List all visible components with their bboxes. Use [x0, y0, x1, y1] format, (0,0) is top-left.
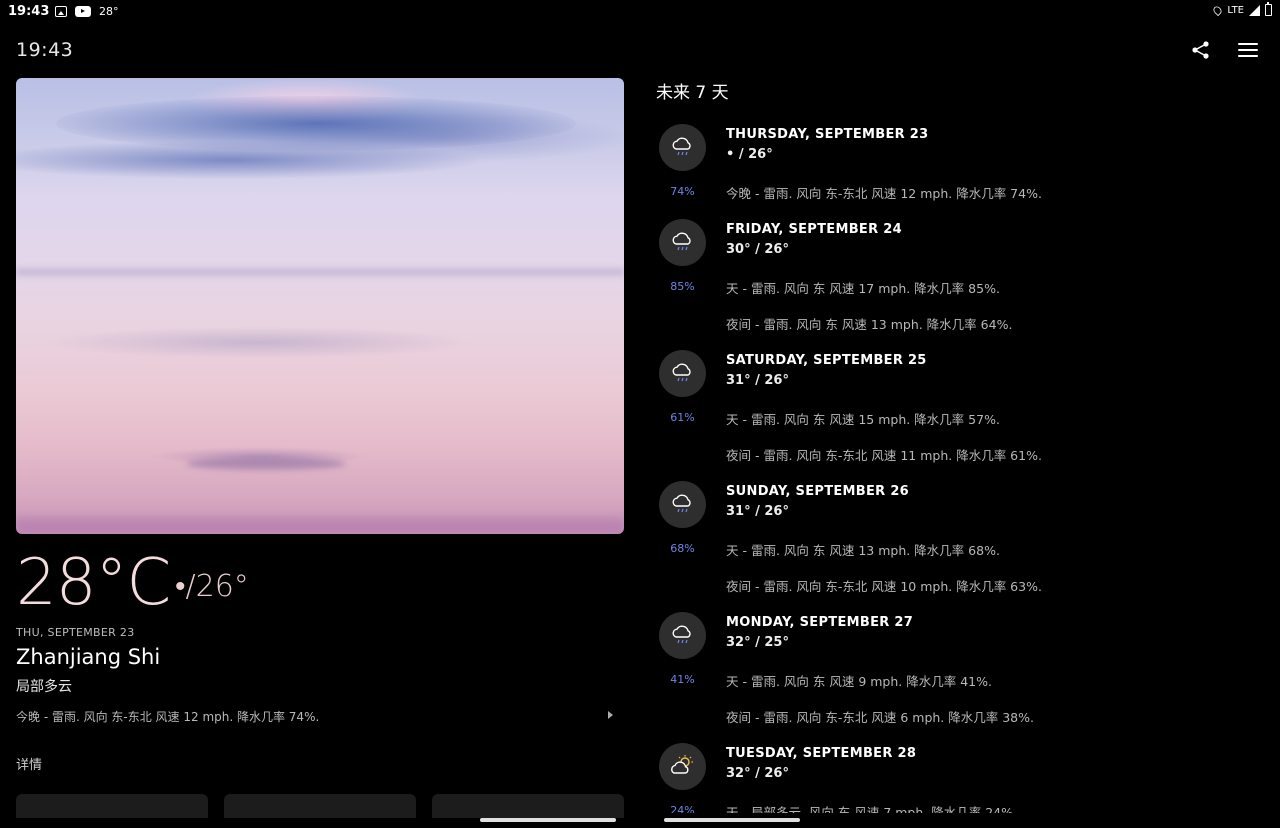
rain-cloud-icon	[659, 481, 706, 528]
precip-chance: 74%	[670, 185, 695, 198]
details-title: 详情	[16, 758, 43, 773]
forecast-day[interactable]: 85% FRIDAY, SEPTEMBER 24 30° / 26° 天 - 雷…	[656, 219, 1276, 347]
gesture-handle[interactable]	[664, 818, 800, 822]
detail-card[interactable]	[16, 794, 208, 818]
status-bar: 19:43 28° LTE	[0, 0, 1280, 24]
detail-card[interactable]	[432, 794, 624, 818]
current-temperature: 28°C	[16, 546, 171, 620]
status-temp: 28°	[99, 5, 119, 18]
forecast-day[interactable]: 68% SUNDAY, SEPTEMBER 26 31° / 26° 天 - 雷…	[656, 481, 1276, 609]
youtube-icon	[75, 6, 91, 17]
rain-cloud-icon	[659, 219, 706, 266]
current-summary[interactable]: 今晚 - 雷雨. 风向 东-东北 风速 12 mph. 降水几率 74%.	[16, 708, 319, 725]
forecast-day[interactable]: 41% MONDAY, SEPTEMBER 27 32° / 25° 天 - 雷…	[656, 612, 1276, 740]
rain-cloud-icon	[659, 124, 706, 171]
weather-app: 19:43 28° LTE 19:43 28°C •/26° THU, SEPT…	[0, 0, 1280, 828]
app-bar-time: 19:43	[16, 39, 74, 61]
forecast-detail: 夜间 - 雷雨. 风向 东 风速 13 mph. 降水几率 64%.	[726, 317, 1013, 332]
forecast-detail: 夜间 - 雷雨. 风向 东-东北 风速 6 mph. 降水几率 38%.	[726, 710, 1034, 725]
status-system-icons: LTE	[1212, 2, 1272, 16]
share-icon[interactable]	[1191, 41, 1211, 59]
status-notifications: 28°	[55, 5, 119, 18]
partly-cloudy-icon	[659, 743, 706, 790]
rain-cloud-icon	[659, 350, 706, 397]
forecast-temp: 31° / 26°	[726, 504, 789, 519]
forecast-day[interactable]: 24% TUESDAY, SEPTEMBER 28 32° / 26° 天 - …	[656, 743, 1276, 813]
signal-icon	[1249, 4, 1260, 16]
forecast-day[interactable]: 61% SATURDAY, SEPTEMBER 25 31° / 26° 天 -…	[656, 350, 1276, 478]
network-type: LTE	[1227, 4, 1244, 16]
forecast-temp: 32° / 26°	[726, 766, 789, 781]
precip-chance: 41%	[670, 673, 695, 686]
forecast-date: MONDAY, SEPTEMBER 27	[726, 615, 914, 630]
forecast-title: 未来 7 天	[656, 83, 729, 103]
forecast-temp: 32° / 25°	[726, 635, 789, 650]
forecast-temp: 30° / 26°	[726, 242, 789, 257]
forecast-temp: 31° / 26°	[726, 373, 789, 388]
current-date: THU, SEPTEMBER 23	[16, 626, 135, 639]
chevron-right-icon[interactable]	[608, 711, 613, 719]
forecast-date: TUESDAY, SEPTEMBER 28	[726, 746, 917, 761]
precip-chance: 24%	[670, 804, 695, 813]
location-icon	[1212, 4, 1224, 16]
forecast-detail: 夜间 - 雷雨. 风向 东-东北 风速 10 mph. 降水几率 63%.	[726, 579, 1042, 594]
weather-background-image	[16, 78, 624, 534]
menu-icon[interactable]	[1238, 43, 1258, 57]
forecast-detail: 天 - 雷雨. 风向 东 风速 9 mph. 降水几率 41%.	[726, 674, 992, 689]
forecast-day[interactable]: 74% THURSDAY, SEPTEMBER 23 • / 26° 今晚 - …	[656, 124, 1276, 216]
forecast-date: FRIDAY, SEPTEMBER 24	[726, 222, 902, 237]
current-condition: 局部多云	[16, 679, 72, 695]
forecast-date: SATURDAY, SEPTEMBER 25	[726, 353, 927, 368]
precip-chance: 68%	[670, 542, 695, 555]
precip-chance: 61%	[670, 411, 695, 424]
forecast-detail: 夜间 - 雷雨. 风向 东-东北 风速 11 mph. 降水几率 61%.	[726, 448, 1042, 463]
detail-card[interactable]	[224, 794, 416, 818]
current-high-low: •/26°	[175, 569, 249, 604]
forecast-temp: • / 26°	[726, 147, 773, 162]
forecast-detail: 天 - 雷雨. 风向 东 风速 13 mph. 降水几率 68%.	[726, 543, 1000, 558]
rain-cloud-icon	[659, 612, 706, 659]
gesture-handle[interactable]	[480, 818, 616, 822]
forecast-detail: 天 - 雷雨. 风向 东 风速 17 mph. 降水几率 85%.	[726, 281, 1000, 296]
precip-chance: 85%	[670, 280, 695, 293]
status-time: 19:43	[8, 4, 50, 19]
forecast-detail: 天 - 雷雨. 风向 东 风速 15 mph. 降水几率 57%.	[726, 412, 1000, 427]
forecast-detail: 天 - 局部多云. 风向 东 风速 7 mph. 降水几率 24%.	[726, 805, 1017, 813]
battery-icon	[1265, 2, 1272, 16]
image-icon	[55, 6, 67, 17]
forecast-date: THURSDAY, SEPTEMBER 23	[726, 127, 929, 142]
city-name: Zhanjiang Shi	[16, 645, 161, 669]
forecast-date: SUNDAY, SEPTEMBER 26	[726, 484, 910, 499]
forecast-detail: 今晚 - 雷雨. 风向 东-东北 风速 12 mph. 降水几率 74%.	[726, 186, 1042, 201]
